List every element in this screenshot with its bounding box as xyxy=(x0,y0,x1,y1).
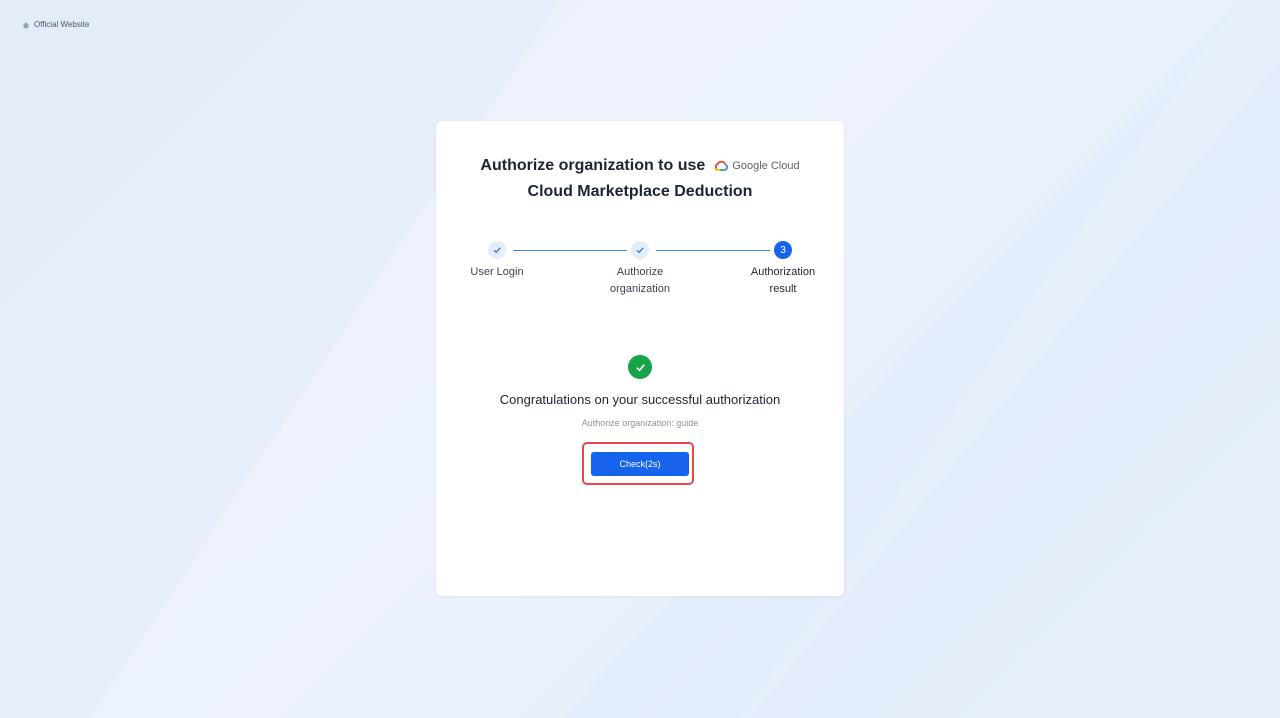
step-1-indicator xyxy=(488,241,506,259)
step-2-label: Authorize organization xyxy=(610,266,670,295)
official-website-label: Official Website xyxy=(34,20,90,29)
check-icon xyxy=(636,247,644,254)
step-3-indicator: 3 xyxy=(774,241,792,259)
authorized-organization-text: Authorize organization: guide xyxy=(581,418,699,428)
google-cloud-text: Google Cloud xyxy=(732,160,800,172)
step-connector-1 xyxy=(513,250,627,251)
success-check-icon xyxy=(628,355,652,379)
step-connector-2 xyxy=(656,250,770,251)
page-subtitle: Cloud Marketplace Deduction xyxy=(527,183,753,200)
check-button[interactable]: Check(2s) xyxy=(591,452,689,476)
step-2-indicator xyxy=(631,241,649,259)
google-cloud-logo-icon xyxy=(715,160,729,171)
success-message: Congratulations on your successful autho… xyxy=(499,392,781,407)
google-cloud-logo: Google Cloud xyxy=(713,160,800,172)
check-icon xyxy=(635,363,645,371)
card-title-row: Authorize organization to use Google Clo… xyxy=(436,156,844,176)
official-website-link[interactable]: Official Website xyxy=(22,20,89,29)
page-title: Authorize organization to use xyxy=(480,157,706,174)
home-icon xyxy=(22,21,30,28)
step-1-label: User Login xyxy=(470,266,524,278)
check-icon xyxy=(493,247,501,254)
step-3-label: Authorization result xyxy=(750,266,816,295)
